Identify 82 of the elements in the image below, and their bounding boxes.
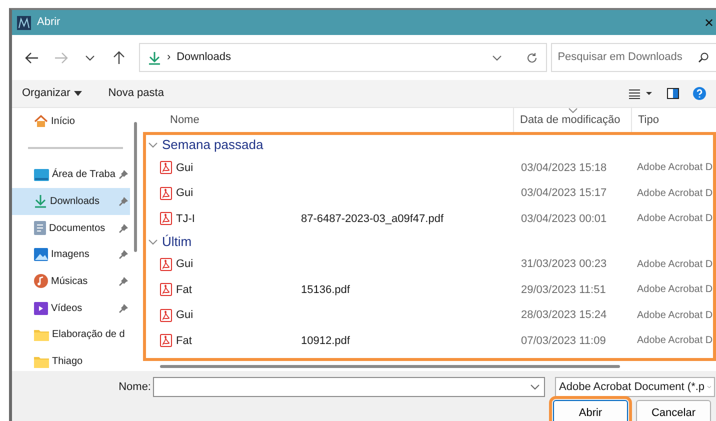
date-cell: 28/03/2023 15:24	[521, 309, 607, 321]
sidebar-item[interactable]: Documentos	[12, 214, 130, 242]
address-bar[interactable]: › Downloads	[138, 43, 547, 72]
sidebar-item[interactable]: Área de Traba	[12, 161, 130, 188]
date-cell: 03/04/2023 15:17	[521, 187, 607, 199]
field-label: Nome:	[118, 380, 152, 395]
date-cell: 07/03/2023 11:09	[521, 334, 606, 346]
help-icon[interactable]	[693, 87, 706, 100]
group-header[interactable]: Últim	[146, 232, 713, 252]
file-name[interactable]: Gui	[176, 307, 297, 324]
scrollbar[interactable]	[134, 122, 136, 252]
file-name[interactable]: Gui	[176, 256, 297, 272]
back-arrow-icon[interactable]	[25, 52, 40, 64]
desktop-icon	[34, 168, 49, 181]
file-name-field[interactable]	[153, 377, 545, 397]
sidebar-item[interactable]: Imagens	[12, 241, 130, 268]
pdf-icon	[160, 212, 172, 226]
group-header[interactable]: Semana passada	[146, 135, 713, 155]
dialog-button[interactable]: Cancelar	[636, 400, 711, 421]
column-header[interactable]: Nome	[140, 108, 513, 132]
pdf-icon	[160, 308, 172, 322]
type-cell: Adobe Acrobat D	[637, 188, 713, 199]
file-name[interactable]: Fat	[176, 332, 297, 349]
organize-menu[interactable]: Organizar	[22, 85, 82, 102]
sidebar-item[interactable]: Início	[12, 108, 130, 135]
download-icon	[148, 50, 161, 64]
type-cell: Adobe Acrobat D	[637, 213, 713, 224]
sidebar-item[interactable]: Músicas	[12, 268, 130, 295]
type-cell: Adobe Acrobat D	[637, 162, 713, 174]
app-icon	[17, 16, 31, 30]
scrollbar[interactable]	[160, 364, 620, 368]
window-title: Abrir	[37, 15, 60, 30]
file-name[interactable]: 10912.pdf	[301, 332, 350, 349]
file-name[interactable]: 87-6487-2023-03_a09f47.pdf	[301, 210, 444, 227]
music-icon	[34, 274, 48, 288]
pdf-icon	[160, 334, 172, 348]
caret-icon[interactable]	[74, 91, 82, 96]
breadcrumb-item[interactable]: Downloads	[176, 49, 232, 66]
preview-pane-icon[interactable]	[667, 88, 679, 99]
folder-icon	[34, 356, 49, 368]
file-name[interactable]: Gui	[176, 185, 297, 202]
date-cell: 03/04/2023 00:01	[521, 212, 607, 224]
file-name[interactable]: Fat	[176, 282, 297, 298]
view-options-icon[interactable]	[629, 88, 653, 98]
sidebar-item[interactable]: Downloads	[12, 188, 130, 215]
breadcrumb-separator: ›	[166, 50, 171, 66]
up-arrow-icon[interactable]	[112, 50, 125, 64]
sidebar-item[interactable]: Elaboração de d	[12, 322, 130, 348]
type-cell: Adobe Acrobat D	[637, 335, 713, 346]
refresh-icon[interactable]	[526, 52, 538, 64]
picture-icon	[34, 248, 48, 262]
file-type-dropdown[interactable]: Adobe Acrobat Document (*.p	[555, 377, 715, 397]
column-header[interactable]: Data de modificação	[513, 108, 631, 132]
type-cell: Adobe Acrobat D	[637, 284, 713, 296]
download-icon	[34, 194, 47, 208]
sidebar-item[interactable]: Thiago	[12, 348, 130, 375]
search-icon[interactable]	[698, 52, 709, 63]
chevron-down-icon[interactable]	[530, 384, 540, 390]
new-folder-button[interactable]: Nova pasta	[108, 85, 164, 102]
pdf-icon	[160, 258, 172, 271]
file-name[interactable]: 15136.pdf	[301, 282, 350, 298]
date-cell: 31/03/2023 00:23	[521, 258, 607, 270]
date-cell: 29/03/2023 11:51	[521, 284, 606, 296]
search-box[interactable]: Pesquisar em Downloads	[550, 43, 716, 72]
type-cell: Adobe Acrobat D	[637, 258, 713, 270]
chevron-down-icon[interactable]	[492, 54, 502, 60]
folder-icon	[34, 328, 49, 341]
sort-indicator-icon	[568, 108, 577, 113]
home-icon	[34, 114, 48, 128]
pdf-icon	[160, 186, 172, 200]
column-header[interactable]: Tipo	[631, 108, 716, 132]
file-name[interactable]: TJ-I	[176, 210, 297, 227]
pdf-icon	[160, 161, 172, 174]
file-name[interactable]: Gui	[176, 160, 297, 176]
document-icon	[34, 221, 46, 236]
chevron-down-icon[interactable]	[84, 54, 95, 60]
close-button[interactable]: ✕	[704, 14, 716, 32]
sidebar-item[interactable]: Vídeos	[12, 294, 130, 322]
type-cell: Adobe Acrobat D	[637, 310, 713, 321]
pdf-icon	[160, 283, 172, 296]
date-cell: 03/04/2023 15:18	[521, 162, 607, 174]
video-icon	[34, 302, 48, 315]
